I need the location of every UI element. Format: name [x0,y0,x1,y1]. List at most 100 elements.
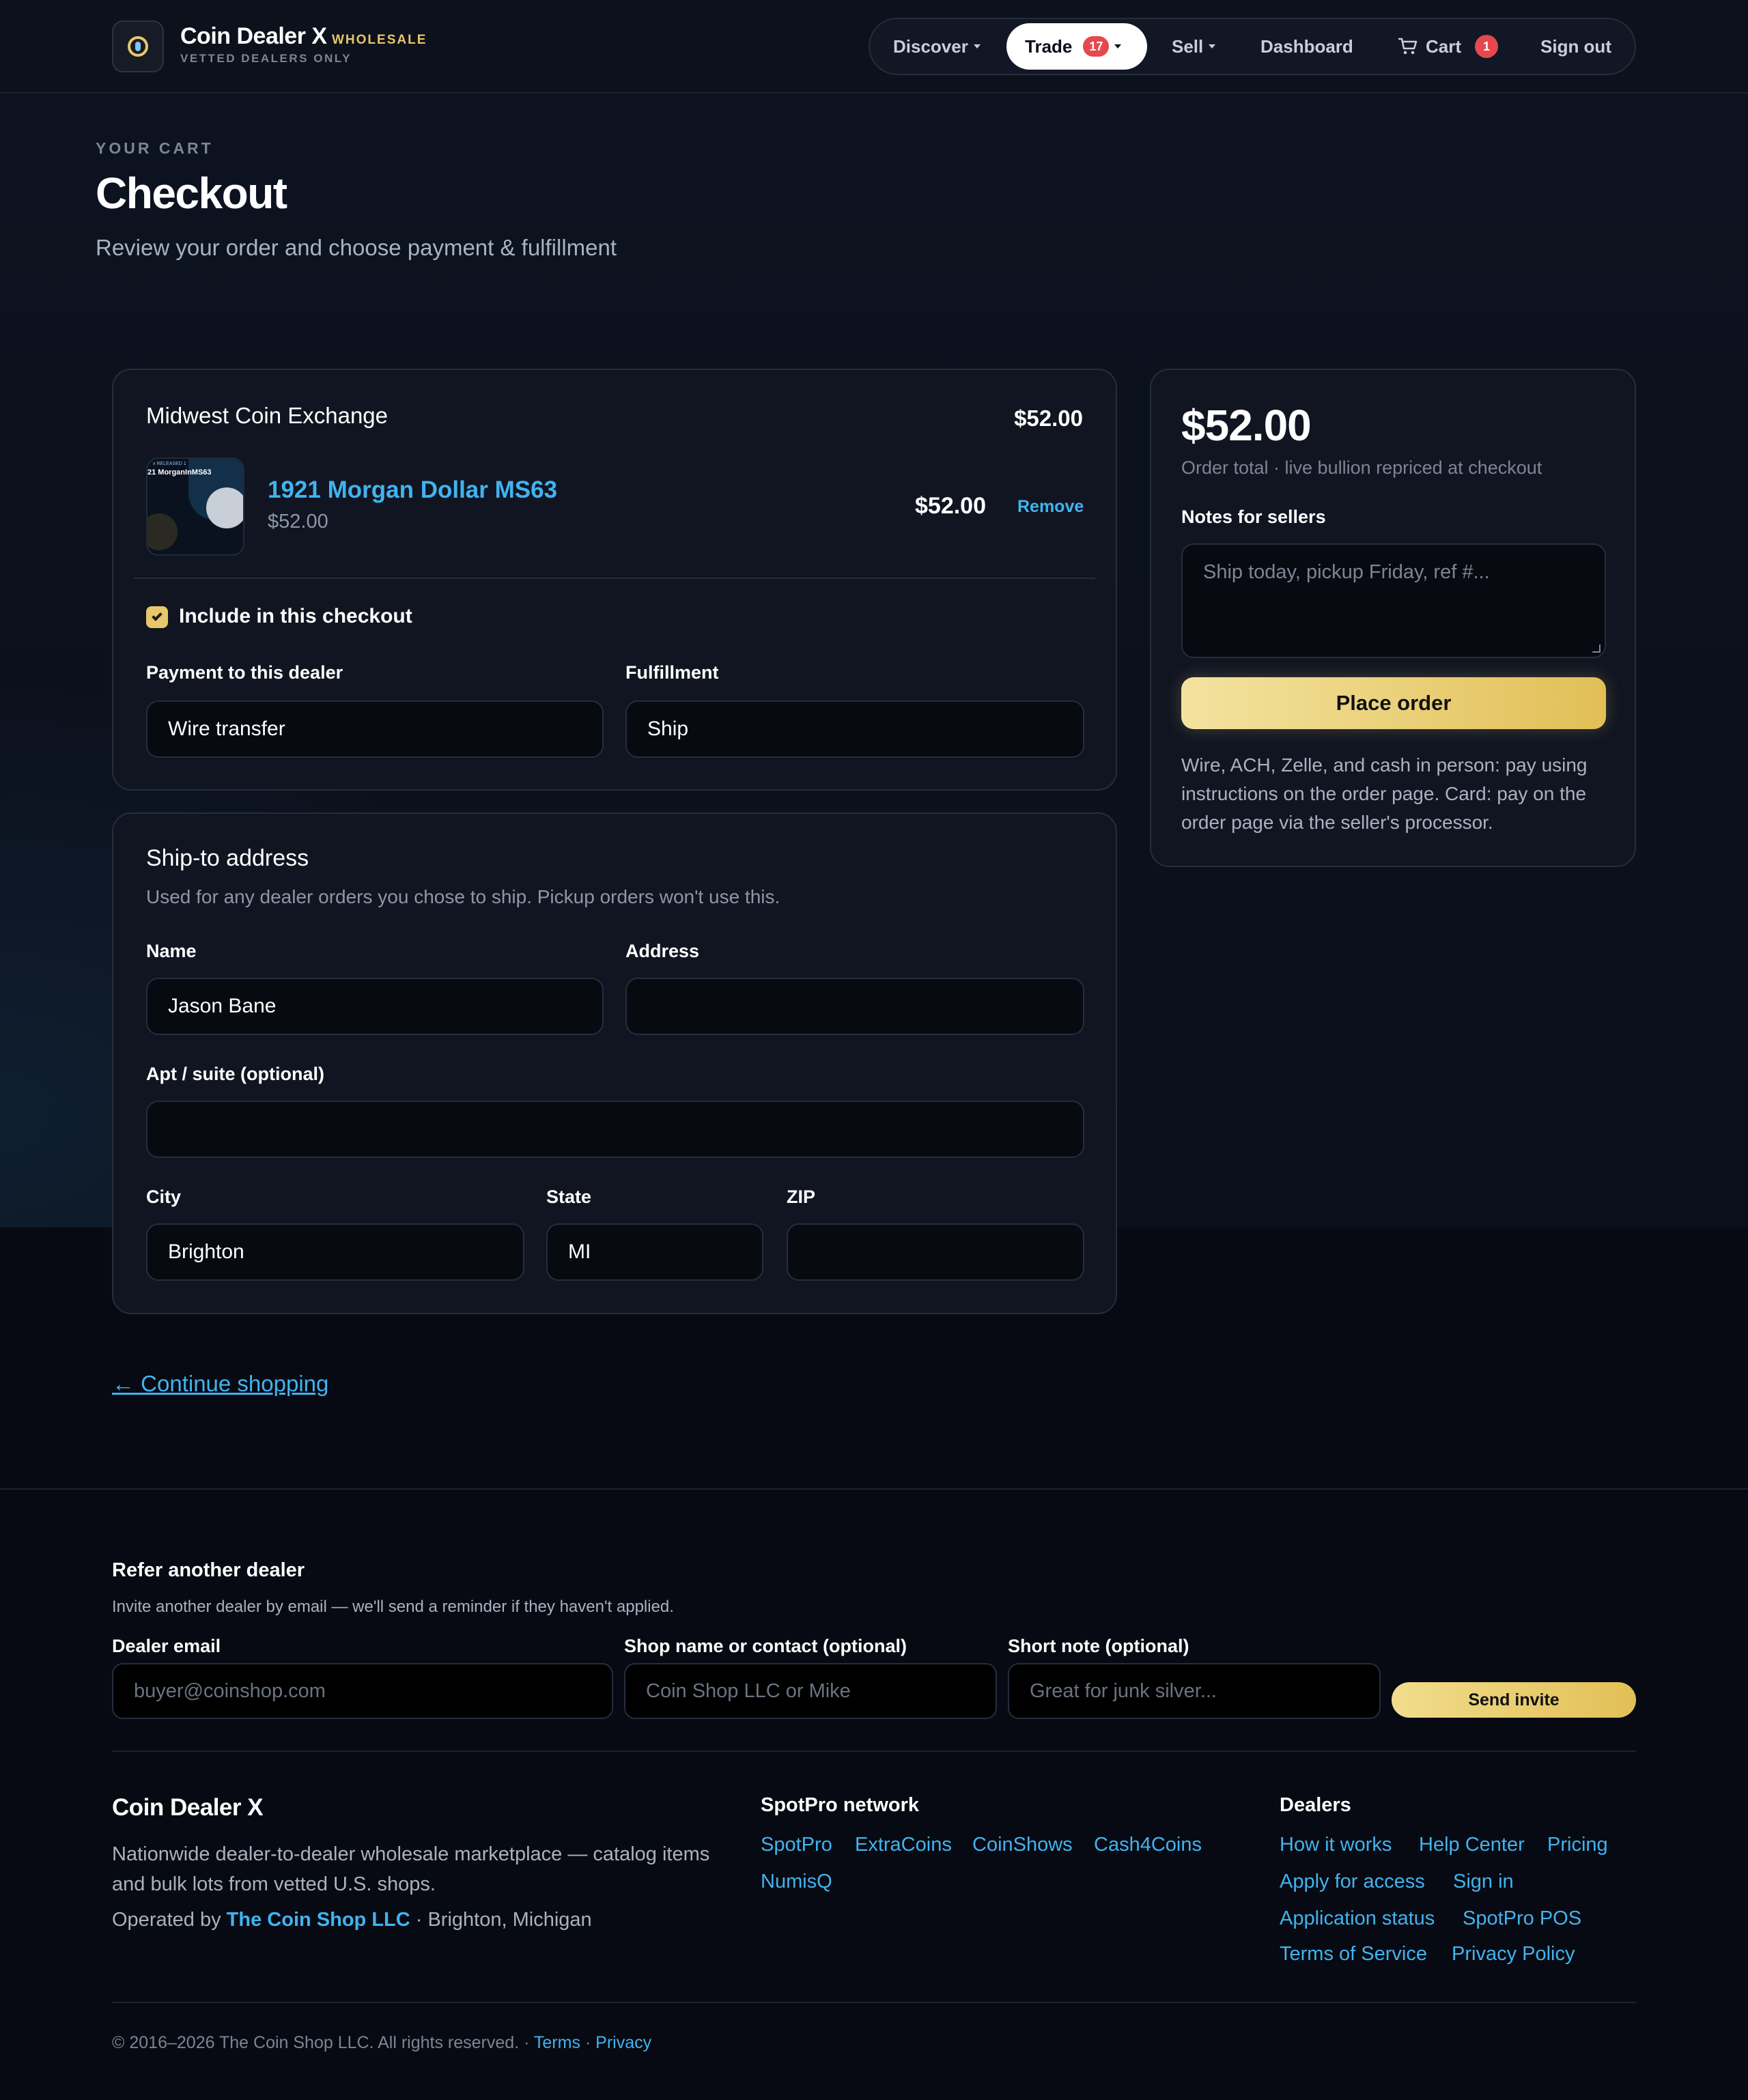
order-total: $52.00 [1181,401,1312,450]
cart-count-badge: 1 [1475,35,1499,58]
brand-subtitle: VETTED DEALERS ONLY [180,52,352,65]
thumb-top-text: x RELEASED 1 [153,462,186,466]
ship-subtitle: Used for any dealer orders you chose to … [146,886,780,907]
operator-link[interactable]: The Coin Shop LLC [227,1909,410,1931]
cart-icon [1398,38,1418,55]
footer-link-application-status[interactable]: Application status [1280,1907,1435,1930]
footer-link-sign-in[interactable]: Sign in [1453,1871,1514,1893]
dealer-email-input[interactable]: buyer@coinshop.com [112,1663,613,1719]
dealers-title: Dealers [1280,1794,1351,1816]
name-label: Name [146,941,197,961]
nav-sell-label: Sell [1172,36,1204,57]
dealer-email-label: Dealer email [112,1636,221,1656]
chevron-down-icon [1209,44,1216,48]
footer-brand: Coin Dealer X [112,1794,264,1821]
footer-link-terms[interactable]: Terms of Service [1280,1943,1427,1966]
divider [134,578,1095,579]
footer-link-how-it-works[interactable]: How it works [1280,1834,1392,1856]
zip-label: ZIP [787,1187,816,1207]
fulfillment-label: Fulfillment [625,662,719,683]
ship-to-card: Ship-to address Used for any dealer orde… [112,812,1117,1314]
chevron-down-icon [1114,44,1122,48]
footer-link-apply[interactable]: Apply for access [1280,1871,1425,1893]
coin-image [206,487,243,528]
include-checkbox[interactable] [146,606,168,628]
item-line-price: $52.00 [915,493,986,519]
operator-suffix: · Brighton, Michigan [415,1909,592,1931]
place-order-button[interactable]: Place order [1181,677,1606,729]
network-title: SpotPro network [761,1794,920,1816]
send-invite-button[interactable]: Send invite [1392,1682,1636,1718]
nav-trade[interactable]: Trade 17 [1006,23,1147,70]
address-label: Address [625,941,700,961]
refer-subtitle: Invite another dealer by email — we'll s… [112,1598,674,1616]
nav-cart[interactable]: Cart 1 [1397,19,1499,74]
coin-image-secondary [147,513,178,550]
chevron-down-icon [973,44,981,48]
brand-tag: WHOLESALE [332,33,427,47]
page-subtitle: Review your order and choose payment & f… [96,235,617,260]
apt-label: Apt / suite (optional) [146,1064,324,1084]
copyright: © 2016–2026 The Coin Shop LLC. All right… [112,2033,652,2052]
shop-name-input[interactable]: Coin Shop LLC or Mike [624,1663,997,1719]
short-note-input[interactable]: Great for junk silver... [1008,1663,1381,1719]
footer-link-coinshows[interactable]: CoinShows [972,1834,1073,1856]
notes-label: Notes for sellers [1181,507,1326,527]
copyright-text: © 2016–2026 The Coin Shop LLC. All right… [112,2033,530,2052]
logo[interactable] [112,20,164,72]
top-bar: Coin Dealer X WHOLESALE VETTED DEALERS O… [0,0,1748,94]
coin-icon [128,36,148,57]
footer-link-spotpro-pos[interactable]: SpotPro POS [1463,1907,1581,1930]
include-checkbox-label: Include in this checkout [179,605,412,627]
payment-label: Payment to this dealer [146,662,343,683]
footer-link-spotpro[interactable]: SpotPro [761,1834,832,1856]
ship-title: Ship-to address [146,845,309,871]
footer-link-privacy[interactable]: Privacy Policy [1452,1943,1575,1966]
notes-textarea[interactable]: Ship today, pickup Friday, ref #... [1181,543,1606,658]
continue-shopping-link[interactable]: ← Continue shopping [112,1371,328,1397]
city-field[interactable]: Brighton [146,1223,524,1281]
payment-select[interactable]: Wire transfer [146,700,604,758]
address-field[interactable] [625,978,1084,1035]
footer-operator: Operated by The Coin Shop LLC · Brighton… [112,1909,592,1931]
nav-sell[interactable]: Sell [1172,19,1216,74]
brand-name[interactable]: Coin Dealer X [180,23,327,50]
remove-item-button[interactable]: Remove [1017,497,1084,517]
payment-instructions: Wire, ACH, Zelle, and cash in person: pa… [1181,754,1588,833]
shop-name-label: Shop name or contact (optional) [624,1636,907,1656]
refer-title: Refer another dealer [112,1559,305,1581]
footer-link-numisq[interactable]: NumisQ [761,1871,832,1893]
dealer-order-card: Midwest Coin Exchange $52.00 x RELEASED … [112,369,1117,791]
footer-divider [112,1750,1636,1752]
thumb-text: 21 MorganInMS63 [147,468,212,477]
check-icon [152,610,163,621]
dealer-total: $52.00 [1014,406,1083,431]
item-thumbnail[interactable]: x RELEASED 1 21 MorganInMS63 [146,457,244,556]
order-summary-card: $52.00 Order total · live bullion repric… [1150,369,1636,867]
notes-placeholder: Ship today, pickup Friday, ref #... [1203,561,1490,583]
nav-dashboard[interactable]: Dashboard [1260,19,1353,74]
main-nav: Discover Trade 17 Sell Dashboard Cart 1 S… [869,18,1636,75]
footer-link-help-center[interactable]: Help Center [1419,1834,1525,1856]
name-field[interactable]: Jason Bane [146,978,604,1035]
footer-link-pricing[interactable]: Pricing [1547,1834,1608,1856]
apt-field[interactable] [146,1101,1084,1158]
state-field[interactable]: MI [546,1223,763,1281]
nav-cart-label: Cart [1426,36,1462,57]
nav-discover-label: Discover [893,36,968,57]
fulfillment-select[interactable]: Ship [625,700,1084,758]
item-title-link[interactable]: 1921 Morgan Dollar MS63 [268,477,557,504]
city-label: City [146,1187,182,1207]
state-label: State [546,1187,592,1207]
footer-link-cash4coins[interactable]: Cash4Coins [1094,1834,1202,1856]
item-unit-price: $52.00 [268,511,328,533]
copyright-terms-link[interactable]: Terms [534,2033,580,2052]
copyright-privacy-link[interactable]: Privacy [595,2033,651,2052]
nav-sign-out[interactable]: Sign out [1540,19,1611,74]
zip-field[interactable] [787,1223,1084,1281]
nav-trade-label: Trade [1025,36,1073,57]
nav-discover[interactable]: Discover [893,19,981,74]
page-title: Checkout [96,169,287,218]
footer-link-extracoins[interactable]: ExtraCoins [855,1834,952,1856]
resize-handle-icon[interactable] [1592,644,1601,653]
